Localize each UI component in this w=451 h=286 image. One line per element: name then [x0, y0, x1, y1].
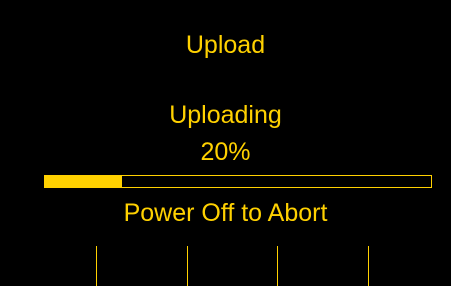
softkey-divider-1 — [96, 246, 97, 286]
softkey-divider-4 — [368, 246, 369, 286]
abort-hint-text: Power Off to Abort — [123, 199, 328, 227]
upload-status-text: Uploading — [169, 101, 282, 129]
upload-progress-fill — [45, 176, 123, 187]
upload-progress-bar — [44, 175, 432, 188]
softkey-divider-2 — [187, 246, 188, 286]
softkey-divider-3 — [277, 246, 278, 286]
upload-percent-text: 20% — [200, 138, 251, 166]
screen-title: Upload — [185, 31, 266, 59]
upload-screen: Upload Uploading 20% Power Off to Abort — [0, 0, 451, 286]
